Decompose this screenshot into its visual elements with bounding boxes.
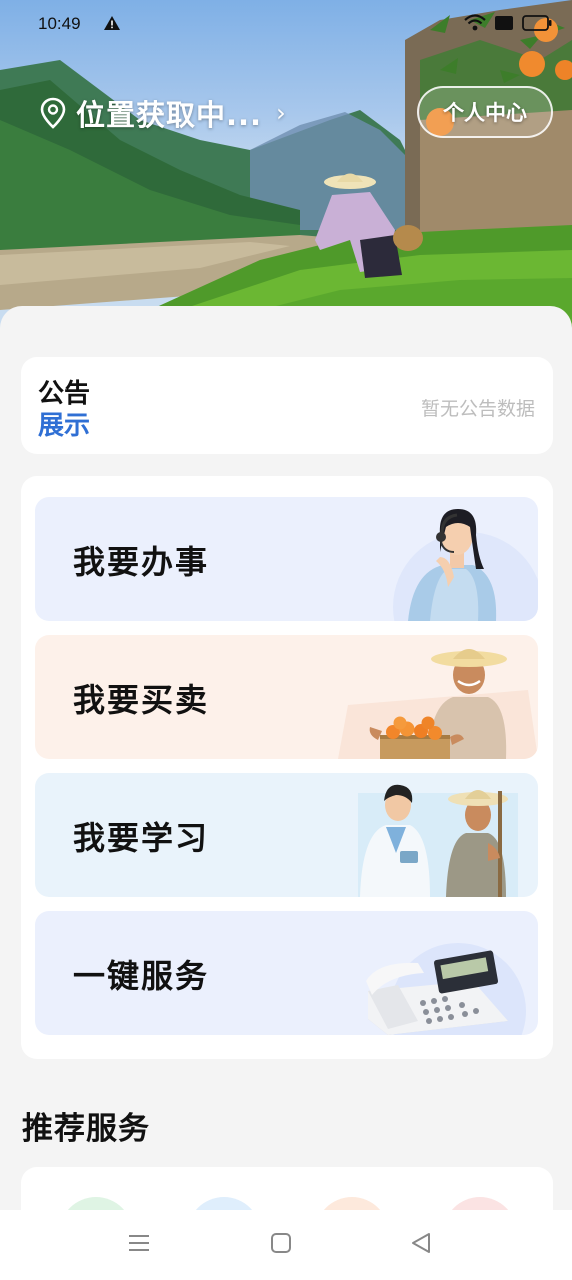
warning-icon <box>104 16 120 30</box>
location-pin-icon <box>40 97 66 129</box>
menu-icon[interactable] <box>128 1232 150 1254</box>
main-content: 公告 展示 暂无公告数据 我要办事 我要买卖 我要学习 一键服务 推荐服务 <box>0 306 572 1280</box>
service-label: 我要办事 <box>73 543 210 581</box>
service-label: 我要买卖 <box>73 681 210 719</box>
system-nav-bar <box>0 1210 572 1280</box>
desk-phone-illustration <box>366 943 526 1035</box>
status-icons <box>464 14 552 32</box>
customer-service-agent-illustration <box>393 509 538 621</box>
farmer-with-oranges-illustration <box>338 649 538 759</box>
wifi-icon <box>464 14 486 31</box>
service-card-one-click[interactable]: 一键服务 <box>35 911 538 1035</box>
status-time: 10:49 <box>38 14 81 33</box>
service-card-affairs[interactable]: 我要办事 <box>35 497 538 621</box>
status-bar: 10:49 <box>0 0 572 50</box>
service-list: 我要办事 我要买卖 我要学习 一键服务 <box>21 476 553 1059</box>
notice-card[interactable]: 公告 展示 暂无公告数据 <box>21 357 553 454</box>
chevron-right-icon: › <box>276 99 286 127</box>
service-card-learning[interactable]: 我要学习 <box>35 773 538 897</box>
home-square-icon[interactable] <box>270 1232 292 1254</box>
location-text: 位置获取中... <box>76 98 263 132</box>
doctor-and-farmer-illustration <box>358 784 518 897</box>
service-label: 一键服务 <box>73 957 210 995</box>
sim-icon <box>495 16 513 30</box>
location-selector[interactable]: 位置获取中... › <box>40 92 286 134</box>
hero-banner: 10:49 位置获取中... › 个人中心 <box>0 0 572 330</box>
service-label: 我要学习 <box>73 819 210 857</box>
profile-center-button[interactable]: 个人中心 <box>417 86 553 138</box>
notice-empty-text: 暂无公告数据 <box>420 398 535 420</box>
notice-subtitle: 展示 <box>38 411 91 441</box>
back-triangle-icon[interactable] <box>410 1232 432 1254</box>
service-card-trade[interactable]: 我要买卖 <box>35 635 538 759</box>
battery-icon <box>522 15 552 31</box>
recommended-services-title: 推荐服务 <box>22 1111 150 1147</box>
